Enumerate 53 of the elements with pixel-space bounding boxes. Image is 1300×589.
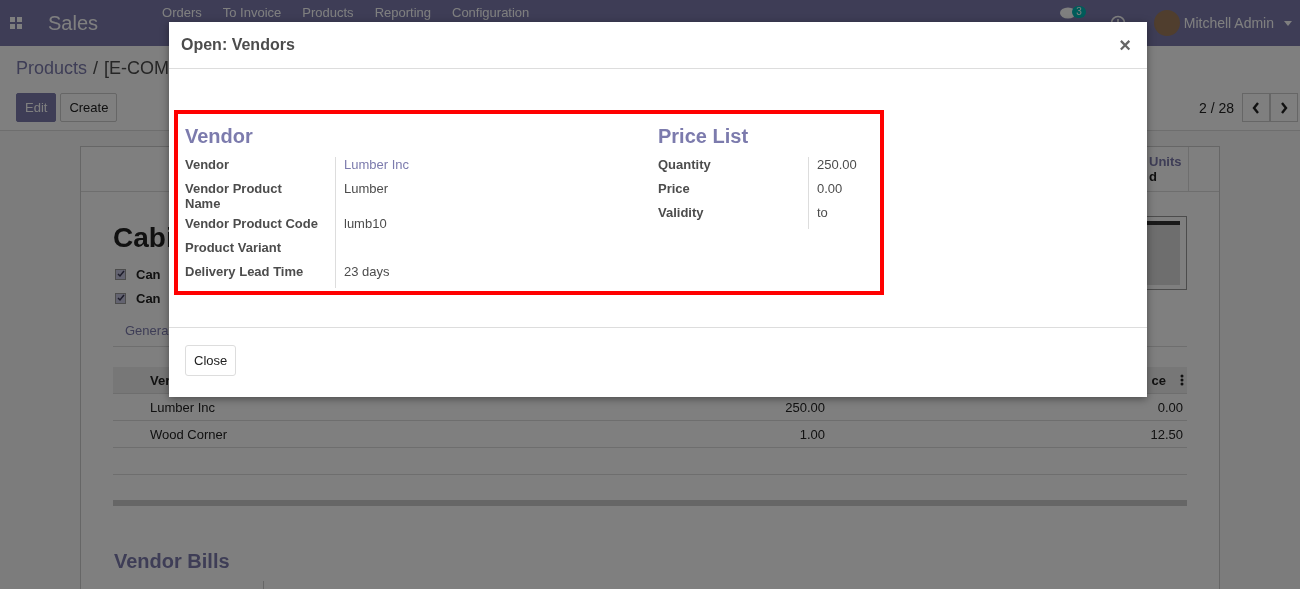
field-value: 250.00 <box>817 157 857 172</box>
field-label: Validity <box>658 205 705 222</box>
apps-menu-icon[interactable] <box>10 17 22 29</box>
app-name: Sales <box>48 11 99 35</box>
checkbox[interactable] <box>115 268 126 280</box>
field-label: Vendor Product Code <box>185 216 319 233</box>
table-cell-text: 12.50 <box>1149 426 1184 442</box>
field-label: Vendor <box>185 157 231 174</box>
field-value: Lumber <box>344 181 389 196</box>
caret-icon[interactable] <box>1284 20 1292 26</box>
edit-button[interactable]: Edit <box>16 93 57 122</box>
menu-item[interactable]: Orders <box>162 5 202 20</box>
checkbox-label: Can <box>136 290 161 306</box>
table-cell-text: 250.00 <box>784 399 826 415</box>
message-count-badge: 3 <box>1072 6 1086 18</box>
group-heading: Vendor <box>185 125 254 148</box>
breadcrumb-link[interactable]: [E-COM <box>104 58 170 82</box>
menu-item[interactable]: Reporting <box>374 5 431 20</box>
field-label: Vendor Product Name <box>185 181 283 213</box>
checkbox[interactable] <box>115 292 126 304</box>
table-cell-text: Lumber Inc <box>149 399 217 415</box>
breadcrumb-link[interactable]: Products <box>16 58 88 82</box>
table-cell-text: 1.00 <box>798 426 826 442</box>
checkbox-label: Can <box>136 266 161 282</box>
table-cell-text: 0.00 <box>1156 399 1184 415</box>
section-title: Vendor Bills <box>114 550 231 573</box>
dialog-title: Open: Vendors <box>181 36 295 54</box>
create-button[interactable]: Create <box>60 93 118 122</box>
user-name[interactable]: Mitchell Admin <box>1183 15 1274 31</box>
pager-counter: 2 / 28 <box>1198 99 1234 116</box>
table-cell-text: Wood Corner <box>149 426 229 442</box>
field-value: to <box>817 205 828 220</box>
menu-item[interactable]: Configuration <box>452 5 530 20</box>
field-label: Price <box>658 181 691 198</box>
close-button[interactable]: Close <box>185 345 237 376</box>
column-header[interactable]: ce <box>1146 372 1166 388</box>
menu-item[interactable]: To Invoice <box>222 5 282 20</box>
next-button[interactable] <box>1270 93 1298 122</box>
breadcrumb-separator: / <box>93 58 99 80</box>
group-heading: Price List <box>658 125 750 148</box>
field-value: 23 days <box>344 264 390 279</box>
chevron-right-icon <box>1280 101 1288 114</box>
menu-item[interactable]: Products <box>302 5 354 20</box>
field-label: Quantity <box>658 157 712 174</box>
field-label: Product Variant <box>185 240 283 257</box>
field-value: 0.00 <box>817 181 843 196</box>
chevron-left-icon <box>1252 101 1260 114</box>
field-label: Delivery Lead Time <box>185 264 305 281</box>
vendor-link[interactable]: Lumber Inc <box>344 157 410 172</box>
close-button[interactable]: × <box>1115 33 1135 57</box>
field-value: lumb10 <box>344 216 387 231</box>
kebab-menu-icon[interactable] <box>1180 374 1184 386</box>
previous-button[interactable] <box>1242 93 1270 122</box>
